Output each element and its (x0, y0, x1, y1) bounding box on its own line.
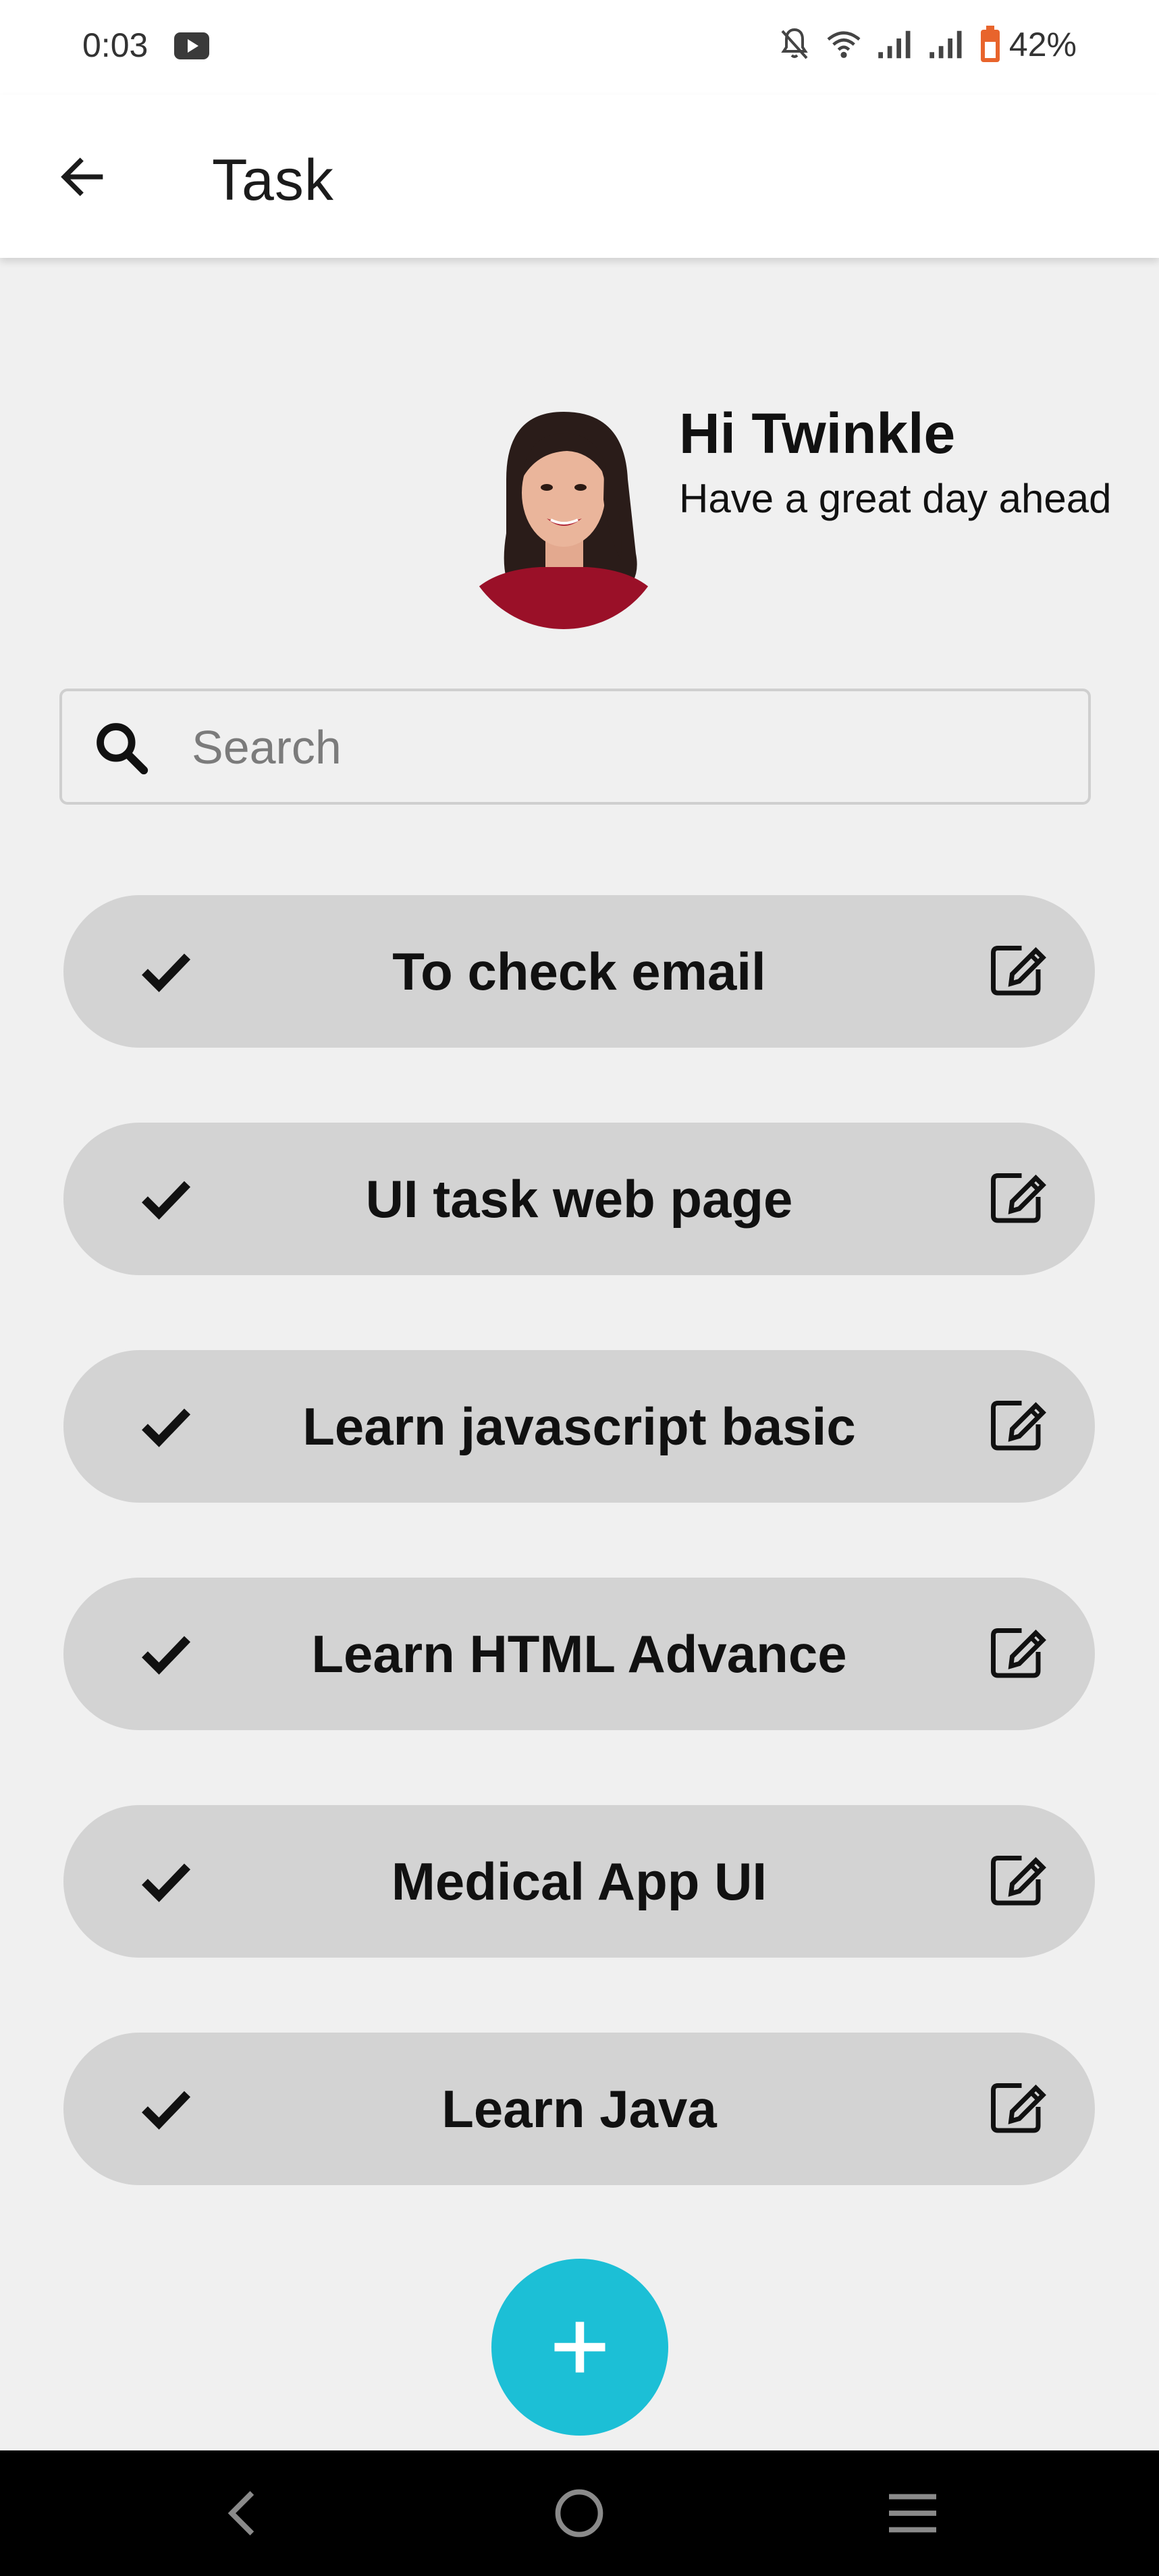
check-icon[interactable] (138, 1852, 194, 1909)
menu-icon (889, 2494, 936, 2533)
edit-icon[interactable] (988, 1396, 1050, 1453)
task-label: UI task web page (365, 1169, 793, 1229)
add-task-button[interactable] (491, 2259, 668, 2436)
task-label: Learn HTML Advance (311, 1624, 847, 1684)
status-icons: 42% (763, 24, 1077, 65)
signal-icon (928, 29, 965, 60)
check-icon[interactable] (138, 1625, 194, 1682)
nav-menu-button[interactable] (879, 2479, 946, 2547)
battery-percent: 42% (1008, 26, 1077, 63)
battery-icon (979, 26, 1001, 63)
arrow-left-icon (61, 157, 103, 196)
task-item[interactable]: To check email (63, 895, 1095, 1048)
edit-icon[interactable] (988, 1169, 1050, 1225)
task-label: Medical App UI (391, 1851, 767, 1911)
task-label: To check email (392, 941, 766, 1001)
edit-icon[interactable] (988, 941, 1050, 998)
check-icon[interactable] (138, 942, 194, 999)
search-input[interactable] (190, 706, 1057, 788)
check-icon[interactable] (138, 2080, 194, 2137)
avatar (459, 398, 668, 629)
plus-icon (554, 2322, 605, 2373)
task-list: To check email UI task web page Learn ja (63, 895, 1095, 2260)
app-bar: Task (0, 95, 1159, 258)
back-button[interactable] (50, 144, 115, 209)
system-nav-bar (0, 2450, 1159, 2576)
task-item[interactable]: Learn HTML Advance (63, 1578, 1095, 1730)
task-label: Learn javascript basic (302, 1396, 856, 1456)
check-icon[interactable] (138, 1397, 194, 1454)
bell-off-icon (778, 27, 811, 62)
nav-back-button[interactable] (209, 2479, 277, 2547)
search-bar[interactable] (59, 689, 1091, 805)
chevron-left-icon (227, 2491, 254, 2535)
nav-home-button[interactable] (545, 2479, 613, 2547)
task-item[interactable]: Medical App UI (63, 1805, 1095, 1958)
task-item[interactable]: Learn javascript basic (63, 1350, 1095, 1503)
youtube-icon (174, 32, 209, 59)
check-icon[interactable] (138, 1170, 194, 1227)
signal-icon (877, 29, 913, 60)
home-circle-icon (555, 2489, 603, 2538)
task-label: Learn Java (441, 2078, 717, 2139)
edit-icon[interactable] (988, 1851, 1050, 1908)
status-time: 0:03 (82, 26, 149, 64)
status-bar: 0:03 42% (0, 0, 1159, 95)
task-item[interactable]: Learn Java (63, 2033, 1095, 2185)
edit-icon[interactable] (988, 1624, 1050, 1680)
greeting-title: Hi Twinkle (679, 402, 956, 465)
page-title: Task (212, 148, 334, 213)
task-screen: 0:03 42% Task Hi Twinkle Have a great da… (0, 0, 1159, 2576)
search-icon (97, 723, 149, 775)
task-item[interactable]: UI task web page (63, 1123, 1095, 1275)
edit-icon[interactable] (988, 2078, 1050, 2135)
greeting-subtitle: Have a great day ahead (679, 476, 1112, 521)
wifi-icon (826, 29, 862, 60)
